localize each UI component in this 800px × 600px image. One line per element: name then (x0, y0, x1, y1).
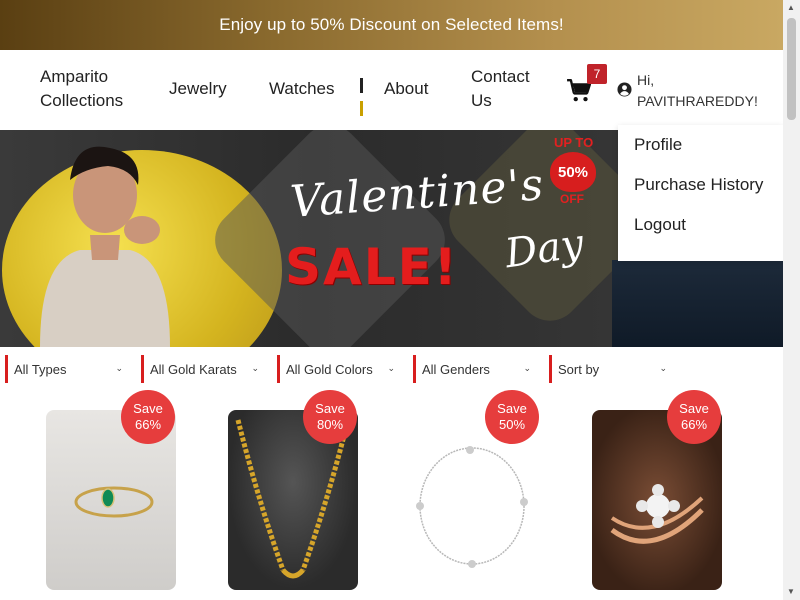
save-percent: 80% (316, 417, 344, 432)
user-dropdown-menu: Profile Purchase History Logout (618, 125, 783, 261)
save-label: Save (315, 401, 345, 416)
user-greeting[interactable]: Hi, PAVITHRAREDDY! (637, 70, 758, 112)
promo-text: Enjoy up to 50% Discount on Selected Ite… (219, 15, 564, 34)
filter-gender-select[interactable]: All Genders ⌄ (413, 355, 531, 383)
sort-label: Sort by (558, 361, 600, 377)
hero-percent: 50% (557, 163, 589, 181)
chevron-down-icon: ⌄ (659, 363, 667, 373)
discount-heart-badge: 50% (550, 152, 596, 192)
brand-link[interactable]: Amparito Collections (40, 65, 150, 113)
navbar: Amparito Collections Jewelry Watches Abo… (0, 50, 783, 130)
page-scrollbar[interactable]: ▲ ▼ (783, 0, 800, 600)
filter-type-select[interactable]: All Types ⌄ (5, 355, 123, 383)
save-label: Save (133, 401, 163, 416)
cart-count-badge: 7 (587, 64, 607, 84)
promo-banner: Enjoy up to 50% Discount on Selected Ite… (0, 0, 783, 50)
scroll-down-arrow-icon[interactable]: ▼ (787, 587, 795, 596)
save-label: Save (679, 401, 709, 416)
nav-contact[interactable]: Contact Us (471, 65, 551, 113)
chevron-down-icon: ⌄ (387, 363, 395, 373)
discount-badge: Save 66% (667, 390, 721, 444)
filter-bar: All Types ⌄ All Gold Karats ⌄ All Gold C… (0, 350, 783, 390)
nav-watches[interactable]: Watches (269, 77, 335, 101)
nav-about[interactable]: About (384, 77, 428, 101)
filter-color-select[interactable]: All Gold Colors ⌄ (277, 355, 395, 383)
filter-color-label: All Gold Colors (286, 361, 373, 377)
filter-karat-select[interactable]: All Gold Karats ⌄ (141, 355, 259, 383)
chevron-down-icon: ⌄ (115, 363, 123, 373)
greeting-text: Hi, (637, 72, 655, 88)
filter-gender-label: All Genders (422, 361, 490, 377)
menu-item-logout[interactable]: Logout (618, 213, 783, 253)
filter-karat-label: All Gold Karats (150, 361, 237, 377)
hero-off-text: OFF (560, 192, 584, 206)
scroll-up-arrow-icon[interactable]: ▲ (787, 3, 795, 12)
nav-divider (360, 78, 363, 116)
save-percent: 50% (498, 417, 526, 432)
discount-badge: Save 80% (303, 390, 357, 444)
user-circle-icon[interactable] (617, 82, 632, 97)
hero-upto-text: UP TO (554, 135, 594, 150)
username-text: PAVITHRAREDDY! (637, 93, 758, 109)
discount-badge: Save 50% (485, 390, 539, 444)
discount-badge: Save 66% (121, 390, 175, 444)
sort-select[interactable]: Sort by ⌄ (549, 355, 667, 383)
couple-photo (612, 260, 783, 347)
scrollbar-thumb[interactable] (787, 18, 796, 120)
filter-type-label: All Types (14, 361, 67, 377)
save-percent: 66% (680, 417, 708, 432)
chevron-down-icon: ⌄ (251, 363, 259, 373)
save-percent: 66% (134, 417, 162, 432)
menu-item-profile[interactable]: Profile (618, 133, 783, 173)
menu-item-purchase-history[interactable]: Purchase History (618, 173, 783, 213)
hero-sale-text: SALE! (285, 238, 459, 296)
model-photo (40, 146, 170, 347)
chevron-down-icon: ⌄ (523, 363, 531, 373)
save-label: Save (497, 401, 527, 416)
nav-jewelry[interactable]: Jewelry (169, 77, 227, 101)
